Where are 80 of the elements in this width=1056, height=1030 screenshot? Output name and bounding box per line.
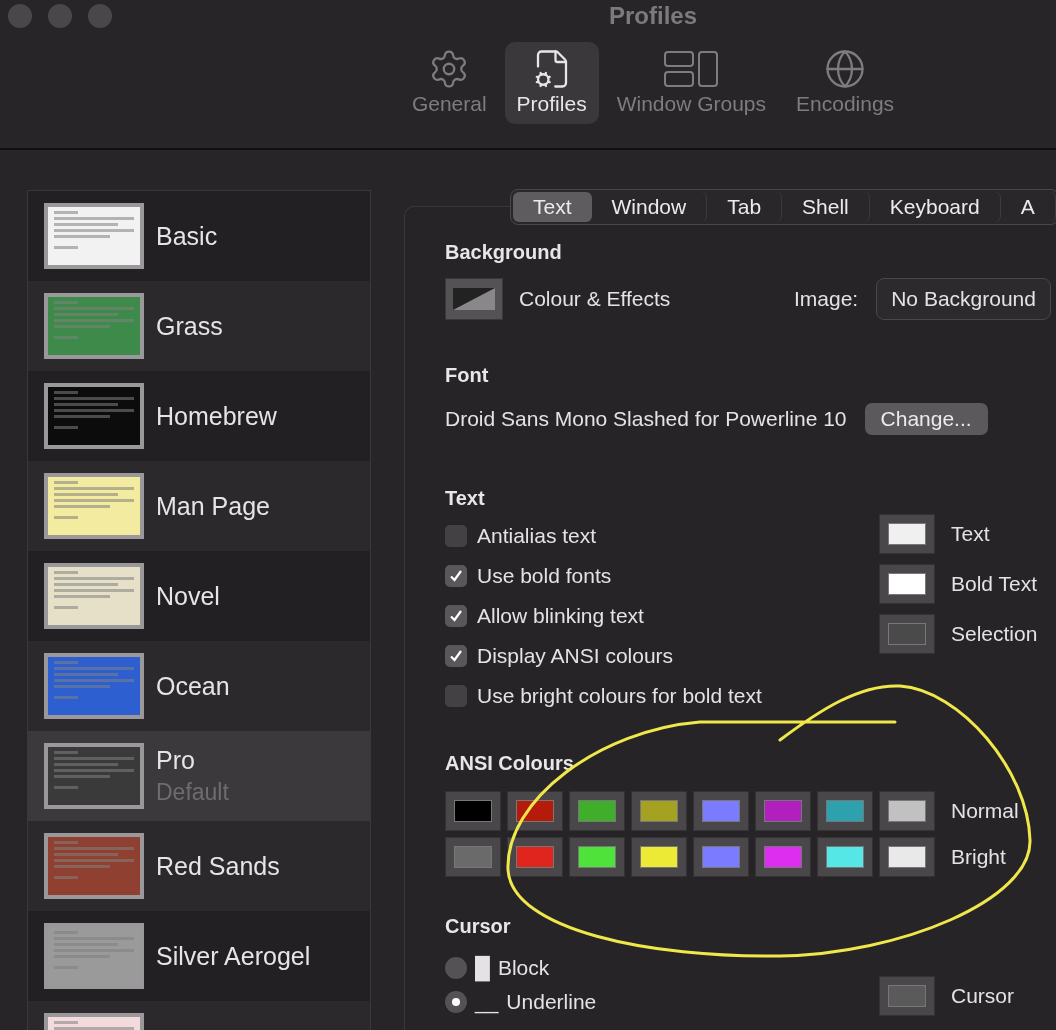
section-heading: ANSI Colours [445, 752, 575, 775]
profile-name: Man Page [156, 491, 270, 521]
section-heading: Text [445, 487, 486, 510]
radio-label: Block [497, 956, 550, 980]
checkbox-label: Antialias text [477, 524, 597, 548]
toolbar-tab-label: General [411, 92, 487, 116]
tab[interactable]: Text [513, 192, 592, 222]
profile-row[interactable]: Man Page [28, 461, 370, 551]
colour-label: Text [951, 522, 990, 546]
toolbar-tab[interactable]: Profiles [504, 42, 599, 124]
colour-label: Selection [951, 622, 1038, 646]
colour-well[interactable] [631, 837, 687, 877]
image-label: Image: [794, 287, 859, 311]
tab[interactable]: Keyboard [869, 192, 1001, 222]
profile-name: Grass [156, 311, 223, 341]
profile-name: Silver Aerogel [156, 941, 311, 971]
cursor-shape-glyph: █ [475, 956, 490, 980]
profile-row[interactable]: Homebrew [28, 371, 370, 461]
profile-name: Novel [156, 581, 220, 611]
colour-well[interactable] [817, 837, 873, 877]
checkbox[interactable] [445, 565, 467, 587]
tab[interactable]: Shell [782, 192, 870, 222]
checkbox[interactable] [445, 685, 467, 707]
section-heading: Font [445, 364, 490, 387]
checkbox[interactable] [445, 525, 467, 547]
profile-row[interactable]: Silver Aerogel [28, 911, 370, 1001]
profile-row[interactable]: Basic [28, 191, 370, 281]
background-colour-well[interactable] [445, 278, 503, 320]
profile-row[interactable]: Ocean [28, 641, 370, 731]
radio-button[interactable] [445, 957, 467, 979]
colour-well[interactable] [879, 514, 935, 554]
checkbox-label: Allow blinking text [477, 604, 644, 628]
profile-name: Red Sands [156, 851, 280, 881]
image-dropdown[interactable]: No Background [876, 278, 1051, 320]
checkbox-label: Display ANSI colours [477, 644, 674, 668]
tab[interactable]: Window [591, 192, 708, 222]
checkmark-icon [448, 568, 464, 584]
colour-well[interactable] [569, 837, 625, 877]
toolbar-tab[interactable]: General [399, 42, 499, 124]
font-name: Droid Sans Mono Slashed for Powerline 10 [445, 407, 847, 431]
profile-name: Ocean [156, 671, 230, 701]
colour-well[interactable] [507, 791, 563, 831]
globe-icon [824, 48, 867, 90]
colour-label: Bold Text [951, 572, 1037, 596]
profile-row[interactable]: Novel [28, 551, 370, 641]
ansi-row-label: Normal [951, 799, 1019, 823]
ansi-row-label: Bright [951, 845, 1006, 869]
section-heading: Cursor [445, 915, 512, 938]
colour-well[interactable] [879, 564, 935, 604]
cursor-shape-glyph: __ [475, 990, 499, 1014]
profile-row[interactable]: Grass [28, 281, 370, 371]
profile-name: Basic [156, 221, 218, 251]
profile-name: Pro [156, 746, 196, 775]
colour-effects-label: Colour & Effects [519, 287, 672, 311]
colour-effects-icon [452, 287, 496, 311]
checkmark-icon [448, 648, 464, 664]
checkbox[interactable] [445, 645, 467, 667]
tab[interactable]: Tab [707, 192, 783, 222]
colour-well[interactable] [879, 837, 935, 877]
toolbar-tab-label: Encodings [796, 92, 895, 116]
toolbar-tab[interactable]: Window Groups [604, 42, 779, 124]
checkbox[interactable] [445, 605, 467, 627]
colour-well[interactable] [507, 837, 563, 877]
change-font-button[interactable]: Change... [864, 403, 988, 435]
window-groups-icon [663, 48, 720, 90]
colour-well[interactable] [879, 791, 935, 831]
checkbox-label: Use bold fonts [477, 564, 612, 588]
radio-button[interactable] [445, 991, 467, 1013]
radio-label: Underline [506, 990, 597, 1014]
tab[interactable]: A [1000, 192, 1056, 222]
toolbar-tab-label: Window Groups [616, 92, 767, 116]
checkmark-icon [448, 608, 464, 624]
section-heading: Background [445, 241, 563, 264]
toolbar-tab[interactable]: Encodings [784, 42, 907, 124]
profile-name: Homebrew [156, 401, 277, 431]
colour-label: Cursor [951, 984, 1014, 1008]
profile-row[interactable]: Red Sands [28, 821, 370, 911]
toolbar-tab-label: Profiles [516, 92, 587, 116]
window-title: Profiles [609, 2, 697, 30]
checkbox-label: Use bright colours for bold text [477, 684, 762, 708]
